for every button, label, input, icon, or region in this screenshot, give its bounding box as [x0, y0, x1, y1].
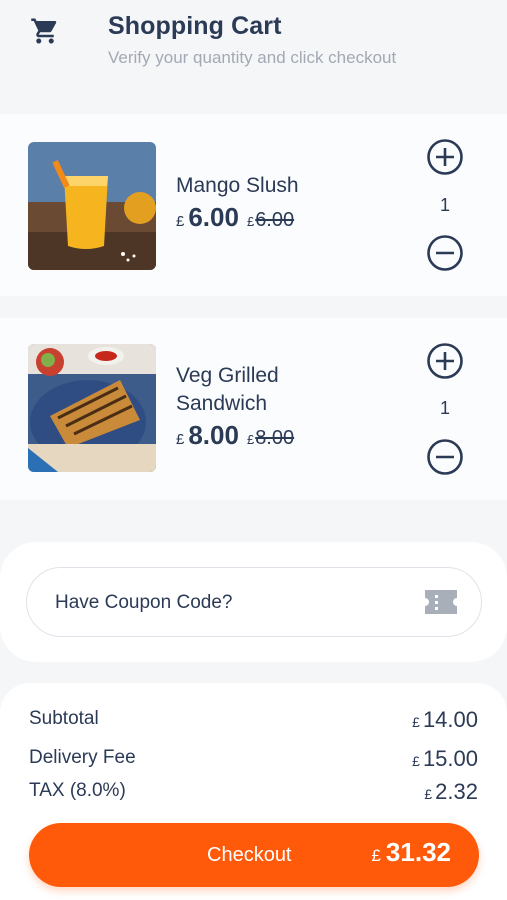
- coupon-card: Have Coupon Code?: [0, 542, 507, 662]
- current-price: 6.00: [188, 202, 239, 232]
- cart-icon[interactable]: [30, 14, 60, 48]
- original-price: 6.00: [255, 209, 295, 231]
- old-currency-symbol: £: [246, 432, 255, 447]
- item-name-line-2: Sandwich: [176, 392, 268, 415]
- cart-item: Mango Slush £ 6.00 £ 6.00 1: [0, 114, 507, 296]
- tax-value: £2.32: [424, 779, 478, 804]
- delivery-fee-value: £15.00: [412, 746, 478, 771]
- subtotal-value: £14.00: [412, 707, 478, 732]
- page-title: Shopping Cart: [108, 12, 282, 40]
- header: Shopping Cart Verify your quantity and c…: [0, 0, 507, 112]
- decrease-quantity-button[interactable]: [426, 438, 464, 476]
- ticket-icon: [425, 590, 457, 614]
- increase-quantity-button[interactable]: [426, 138, 464, 176]
- subtotal-label: Subtotal: [29, 708, 99, 729]
- quantity-value: 1: [439, 398, 450, 418]
- current-price: 8.00: [188, 420, 239, 450]
- mango-slush-image: [28, 142, 156, 270]
- checkout-total: £31.32: [371, 837, 451, 867]
- item-name-line-1: Veg Grilled: [176, 364, 279, 387]
- coupon-label: Have Coupon Code?: [55, 592, 233, 613]
- item-price: £ 8.00 £ 8.00: [176, 420, 294, 451]
- original-price: 8.00: [255, 427, 295, 449]
- cart-item: Veg Grilled Sandwich £ 8.00 £ 8.00 1: [0, 318, 507, 500]
- page-subtitle: Verify your quantity and click checkout: [108, 48, 397, 67]
- delivery-fee-label: Delivery Fee: [29, 747, 136, 768]
- increase-quantity-button[interactable]: [426, 342, 464, 380]
- currency-symbol: £: [176, 431, 185, 448]
- decrease-quantity-button[interactable]: [426, 234, 464, 272]
- tax-label: TAX (8.0%): [29, 780, 126, 801]
- checkout-button[interactable]: Checkout £31.32: [29, 823, 479, 887]
- item-price: £ 6.00 £ 6.00: [176, 202, 294, 233]
- checkout-label: Checkout: [207, 844, 292, 866]
- coupon-code-button[interactable]: Have Coupon Code?: [26, 567, 482, 637]
- quantity-value: 1: [439, 195, 450, 215]
- item-name: Mango Slush: [176, 174, 299, 197]
- currency-symbol: £: [176, 213, 185, 230]
- old-currency-symbol: £: [246, 214, 255, 229]
- veg-sandwich-image: [28, 344, 156, 472]
